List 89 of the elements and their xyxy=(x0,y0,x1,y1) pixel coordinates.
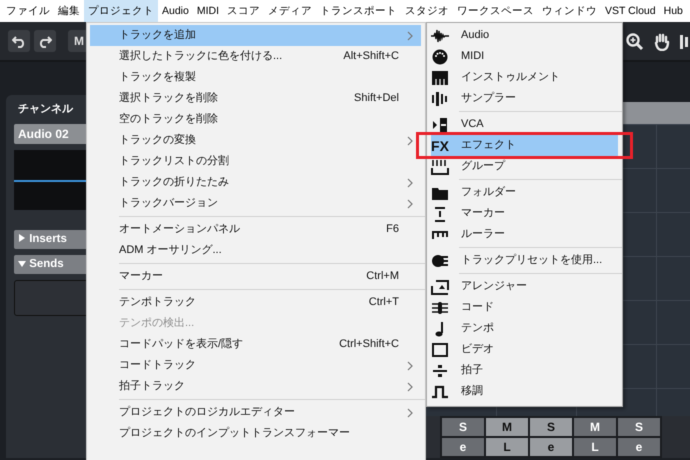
submenu-item[interactable]: ルーラー xyxy=(431,224,618,245)
mixer-button[interactable]: S xyxy=(442,418,484,436)
menubar-item[interactable]: 編集 xyxy=(54,0,84,22)
submenu-item[interactable]: マーカー xyxy=(431,203,618,224)
menu-item[interactable]: コードパッドを表示/隠す Ctrl+Shift+C xyxy=(90,334,421,355)
submenu-item[interactable]: MIDI xyxy=(431,46,618,67)
menu-item[interactable]: プロジェクトのインプットトランスフォーマー xyxy=(90,423,421,444)
mixer-button[interactable]: e xyxy=(618,438,660,456)
triangle-right-icon xyxy=(18,234,26,242)
menu-item[interactable]: トラックを追加 xyxy=(90,25,421,46)
shortcut-label: Ctrl+T xyxy=(368,295,400,310)
mixer-button[interactable]: M xyxy=(574,418,616,436)
fx-icon: FX xyxy=(431,138,449,154)
shortcut-label: F6 xyxy=(386,222,400,238)
submenu-item[interactable]: サンプラー xyxy=(431,88,618,109)
menu-item[interactable]: 選択トラックを削除 Shift+Del xyxy=(90,88,421,109)
menubar-item[interactable]: ファイル xyxy=(2,0,54,22)
group-mixer-icon xyxy=(431,158,449,174)
submenu-item[interactable]: VCA xyxy=(431,114,618,135)
chevron-right-icon xyxy=(407,382,413,392)
triangle-down-icon xyxy=(18,260,26,268)
chevron-right-icon xyxy=(407,408,413,418)
mixer-button[interactable]: M xyxy=(486,418,528,436)
submenu-item[interactable]: 移調 xyxy=(431,381,618,402)
pulse-wave-icon xyxy=(431,384,449,400)
undo-button[interactable] xyxy=(8,30,30,52)
mixer-button[interactable]: S xyxy=(530,418,572,436)
division-sign-icon xyxy=(431,362,449,378)
mixer-button[interactable]: e xyxy=(530,438,572,456)
menu-item[interactable]: トラックリストの分割 xyxy=(90,151,421,172)
menubar-item[interactable]: ワークスペース xyxy=(453,0,538,22)
menubar-item[interactable]: メディア xyxy=(264,0,316,22)
menubar-item[interactable]: Audio xyxy=(158,0,193,22)
submenu-item[interactable]: FX エフェクト xyxy=(431,135,618,156)
submenu-item[interactable]: 拍子 xyxy=(431,360,618,381)
submenu-item[interactable]: アレンジャー xyxy=(431,276,618,297)
zoom-icon[interactable] xyxy=(626,33,644,51)
submenu-item[interactable]: トラックプリセットを使用... xyxy=(431,250,618,271)
menu-item[interactable]: テンポトラック Ctrl+T xyxy=(90,292,421,313)
menu-item[interactable]: 拍子トラック xyxy=(90,376,421,397)
hand-icon[interactable] xyxy=(654,33,670,51)
submenu-item[interactable]: Audio xyxy=(431,25,618,46)
menu-item[interactable]: 選択したトラックに色を付ける... Alt+Shift+C xyxy=(90,46,421,67)
chevron-right-icon xyxy=(407,199,413,210)
mixer-button[interactable]: L xyxy=(574,438,616,456)
submenu-item[interactable]: ビデオ xyxy=(431,339,618,360)
menubar-item[interactable]: MIDI xyxy=(192,0,224,22)
shortcut-label: Ctrl+M xyxy=(366,269,400,284)
submenu-item[interactable]: インストゥルメント xyxy=(431,67,618,88)
menu-item[interactable]: プロジェクトのロジカルエディター xyxy=(90,402,421,423)
chevron-right-icon xyxy=(407,136,413,146)
menubar-item[interactable]: ウィンドウ xyxy=(538,0,602,22)
shortcut-label: Ctrl+Shift+C xyxy=(339,337,400,352)
mixer-button[interactable]: S xyxy=(618,418,660,436)
piano-keys-icon xyxy=(431,70,449,86)
submenu-item[interactable]: テンポ xyxy=(431,318,618,339)
menubar-item[interactable]: VST Cloud xyxy=(601,0,660,22)
chevron-right-icon xyxy=(407,31,413,42)
panel-title: チャンネル xyxy=(17,102,74,117)
menubar-item[interactable]: プロジェクト xyxy=(84,0,158,22)
fader-icon xyxy=(431,116,449,132)
preset-stack-icon xyxy=(431,252,449,268)
chord-lines-icon xyxy=(431,300,449,316)
chevron-right-icon xyxy=(407,361,413,372)
chevron-right-icon xyxy=(407,178,413,188)
midi-connector-icon xyxy=(431,48,449,64)
mixer-button[interactable]: L xyxy=(486,438,528,456)
menubar-item[interactable]: スタジオ xyxy=(401,0,454,22)
undo-icon xyxy=(12,34,26,48)
menubar-item[interactable]: トランスポート xyxy=(316,0,402,22)
mixer-button[interactable]: e xyxy=(442,438,484,456)
sampler-bars-icon xyxy=(431,90,449,106)
menu-item[interactable]: コードトラック xyxy=(90,355,421,376)
shortcut-label: Shift+Del xyxy=(354,91,400,106)
menubar-item[interactable]: Hub xyxy=(660,0,687,22)
arranger-icon xyxy=(431,278,449,294)
shortcut-label: Alt+Shift+C xyxy=(343,49,400,64)
redo-button[interactable] xyxy=(34,30,56,52)
submenu-item[interactable]: グループ xyxy=(431,156,618,177)
submenu-item[interactable]: フォルダー xyxy=(431,182,618,203)
waveform-icon xyxy=(431,28,449,44)
menu-item[interactable]: トラックの折りたたみ xyxy=(90,172,421,193)
submenu-item[interactable]: コード xyxy=(431,297,618,318)
film-frame-icon xyxy=(431,342,449,358)
menu-item[interactable]: トラックを複製 xyxy=(90,67,421,88)
bars-icon[interactable] xyxy=(680,33,690,51)
redo-icon xyxy=(38,34,52,48)
menubar-item[interactable]: スコア xyxy=(223,0,264,22)
menu-item[interactable]: トラックバージョン xyxy=(90,193,421,214)
